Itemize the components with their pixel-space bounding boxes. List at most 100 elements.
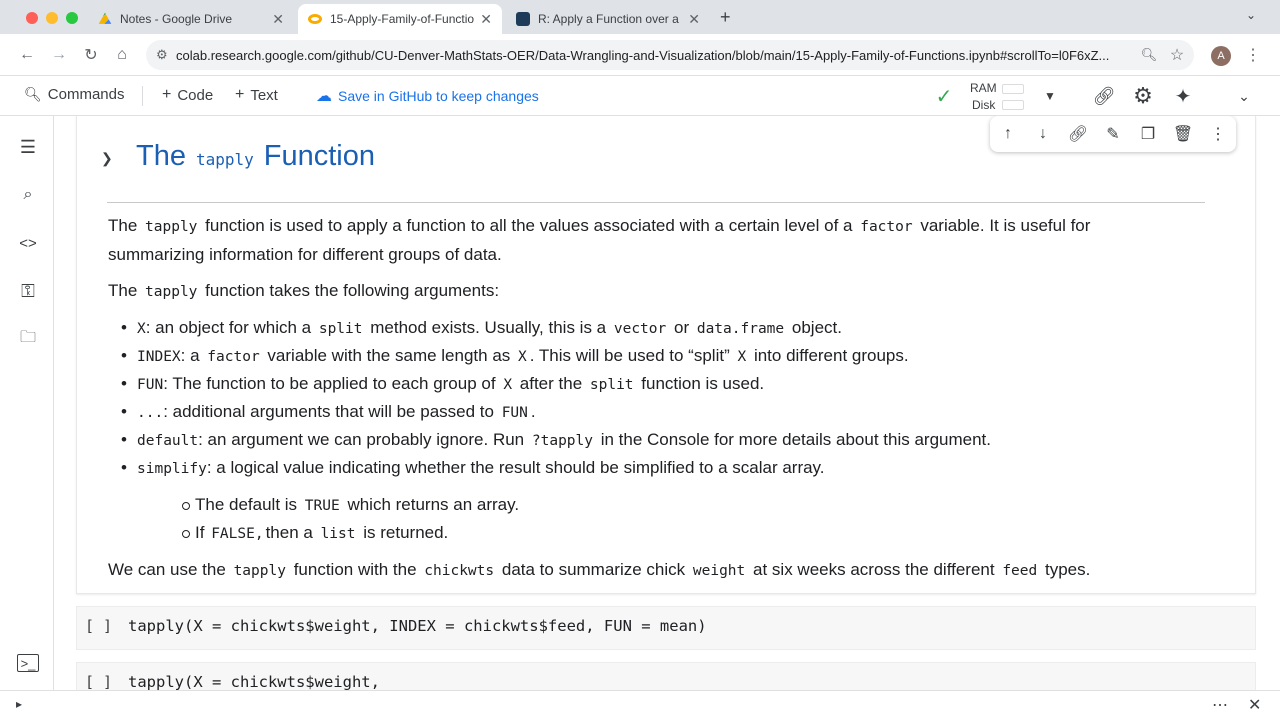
add-text-cell-button[interactable]: + Text: [235, 86, 278, 104]
collapse-header-icon[interactable]: ⌄: [1232, 84, 1256, 108]
add-text-label: Text: [250, 86, 278, 104]
paragraph-1: The tapply function is used to apply a f…: [108, 216, 1091, 264]
ram-meter: [1002, 84, 1024, 94]
expand-status-icon[interactable]: ▸: [16, 697, 22, 711]
edit-pencil-icon[interactable]: ✎: [1103, 124, 1123, 144]
bookmark-star-icon[interactable]: ☆: [1166, 44, 1188, 66]
resources-indicator[interactable]: RAM Disk: [968, 79, 1028, 113]
save-in-github-link[interactable]: ☁ Save in GitHub to keep changes: [316, 86, 539, 106]
more-options-icon[interactable]: ⋮: [1208, 124, 1228, 144]
tab-title: Notes - Google Drive: [120, 12, 233, 26]
close-tab-icon[interactable]: ✕: [480, 11, 492, 28]
connected-check-icon: ✓: [935, 85, 953, 108]
close-tab-icon[interactable]: ✕: [272, 11, 284, 28]
browser-tab-drive[interactable]: Notes - Google Drive ✕: [88, 4, 294, 34]
mirror-cell-icon[interactable]: ❐: [1138, 124, 1158, 144]
google-drive-icon: [98, 12, 112, 24]
home-icon[interactable]: ⌂: [111, 44, 133, 66]
collapse-section-icon[interactable]: ❯: [101, 150, 113, 167]
heading-code: tapply: [195, 150, 254, 169]
commands-button[interactable]: 🔍︎ Commands: [24, 86, 124, 103]
settings-gear-icon[interactable]: ⚙: [1131, 83, 1155, 108]
ram-label: RAM: [970, 81, 997, 95]
browser-tab-r-docs[interactable]: R: Apply a Function over a Lis ✕: [506, 4, 710, 34]
browser-tab-colab[interactable]: 15-Apply-Family-of-Function ✕: [298, 4, 502, 34]
code-source[interactable]: tapply(X = chickwts$weight,: [128, 673, 380, 690]
sub-list-item: If FALSE, then a list is returned.: [181, 519, 448, 548]
avatar[interactable]: A: [1211, 46, 1231, 66]
list-item: default: an argument we can probably ign…: [121, 426, 991, 455]
plus-icon: +: [235, 86, 245, 103]
paragraph-2: The tapply function takes the following …: [108, 281, 500, 300]
notebook-area: ❯ The tapply Function The tapply functio…: [54, 116, 1280, 690]
list-item: INDEX: a factor variable with the same l…: [121, 342, 909, 371]
zoom-icon[interactable]: 🔍︎: [1138, 44, 1160, 66]
gemini-sparkle-icon[interactable]: ✦: [1171, 84, 1195, 108]
colab-icon: [308, 14, 322, 24]
sub-list-item: The default is TRUE which returns an arr…: [181, 491, 519, 520]
code-source[interactable]: tapply(X = chickwts$weight, INDEX = chic…: [128, 617, 707, 635]
secrets-key-icon[interactable]: ⚿: [17, 280, 39, 302]
disk-meter: [1002, 100, 1024, 110]
code-cell[interactable]: [ ] tapply(X = chickwts$weight, INDEX = …: [76, 606, 1256, 650]
list-item: simplify: a logical value indicating whe…: [121, 454, 825, 483]
move-cell-down-icon[interactable]: ↓: [1033, 124, 1053, 144]
code-snippets-icon[interactable]: <>: [17, 232, 39, 254]
list-item: FUN: The function to be applied to each …: [121, 370, 764, 399]
delete-trash-icon[interactable]: 🗑︎: [1173, 124, 1193, 144]
code-cell[interactable]: [ ] tapply(X = chickwts$weight,: [76, 662, 1256, 690]
terminal-icon[interactable]: >_: [17, 654, 39, 672]
avatar-initial: A: [1217, 50, 1225, 62]
address-bar[interactable]: ⚙ colab.research.google.com/github/CU-De…: [146, 40, 1194, 70]
disk-label: Disk: [972, 98, 996, 112]
add-code-label: Code: [177, 86, 214, 104]
browser-toolbar: ← → ↻ ⌂ ⚙ colab.research.google.com/gith…: [0, 34, 1280, 76]
section-heading: The tapply Function: [136, 140, 375, 173]
link-icon[interactable]: 🔗︎: [1092, 84, 1116, 108]
list-item: X: an object for which a split method ex…: [121, 314, 842, 343]
close-window-button[interactable]: [26, 12, 38, 24]
status-more-icon[interactable]: ⋯: [1212, 695, 1228, 715]
runtime-dropdown-icon[interactable]: ▼: [1038, 84, 1062, 108]
maximize-window-button[interactable]: [66, 12, 78, 24]
browser-menu-icon[interactable]: ⋮: [1242, 44, 1264, 66]
tab-title: R: Apply a Function over a Lis: [538, 12, 683, 26]
add-code-cell-button[interactable]: + Code: [162, 86, 213, 104]
minimize-window-button[interactable]: [46, 12, 58, 24]
back-arrow-icon[interactable]: ←: [16, 44, 38, 66]
close-tab-icon[interactable]: ✕: [688, 11, 700, 28]
run-cell-button[interactable]: [ ]: [85, 673, 112, 690]
cloud-off-icon: ☁: [316, 88, 332, 105]
run-cell-button[interactable]: [ ]: [85, 617, 112, 635]
toolbar-divider: [142, 86, 143, 106]
left-sidebar: ☰ ⌕ <> ⚿ 🗀 >_: [0, 116, 54, 690]
new-tab-icon[interactable]: +: [720, 7, 731, 28]
table-of-contents-icon[interactable]: ☰: [17, 136, 39, 158]
tab-title: 15-Apply-Family-of-Function: [330, 12, 475, 26]
text-cell[interactable]: ❯ The tapply Function The tapply functio…: [76, 116, 1256, 594]
list-item: ...: additional arguments that will be p…: [121, 398, 536, 427]
status-bar: ▸ ⋯ ✕: [0, 690, 1280, 720]
tab-search-icon[interactable]: ⌄: [1246, 8, 1256, 22]
files-folder-icon[interactable]: 🗀: [17, 328, 39, 350]
cell-toolbar: ↑ ↓ 🔗︎ ✎ ❐ 🗑︎ ⋮: [990, 116, 1236, 152]
heading-word: Function: [263, 140, 376, 172]
forward-arrow-icon[interactable]: →: [48, 44, 70, 66]
search-icon: 🔍︎: [24, 86, 42, 102]
save-github-label: Save in GitHub to keep changes: [338, 88, 539, 104]
site-info-icon[interactable]: ⚙: [156, 47, 168, 63]
browser-tab-strip: Notes - Google Drive ✕ 15-Apply-Family-o…: [0, 0, 1280, 34]
url-text: colab.research.google.com/github/CU-Denv…: [176, 47, 1110, 63]
heading-divider: [107, 202, 1205, 203]
plus-icon: +: [162, 86, 172, 103]
commands-label: Commands: [47, 86, 125, 103]
close-status-icon[interactable]: ✕: [1248, 695, 1261, 715]
find-replace-icon[interactable]: ⌕: [17, 184, 39, 206]
paragraph-3: We can use the tapply function with the …: [108, 560, 1091, 579]
reload-icon[interactable]: ↻: [80, 44, 102, 66]
colab-toolbar: 🔍︎ Commands + Code + Text ☁ Save in GitH…: [0, 76, 1280, 116]
move-cell-up-icon[interactable]: ↑: [998, 124, 1018, 144]
heading-word: The: [136, 140, 186, 172]
copy-link-icon[interactable]: 🔗︎: [1068, 124, 1088, 144]
r-docs-icon: [516, 12, 530, 26]
